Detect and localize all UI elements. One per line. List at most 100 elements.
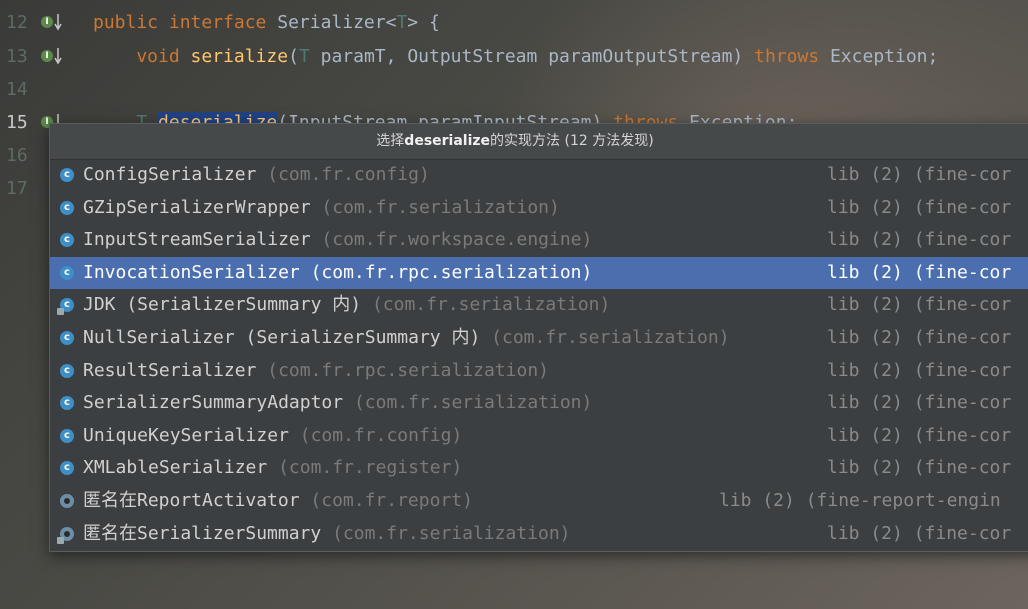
library-label: lib (2) (fine-report-engin [719, 490, 1001, 511]
code-token: Serializer< [277, 12, 397, 33]
library-label: lib (2) (fine-cor [827, 392, 1012, 414]
class-name: ConfigSerializer [83, 164, 268, 185]
down-arrow-icon [54, 48, 62, 65]
class-icon: c [60, 168, 74, 182]
class-name: ResultSerializer [83, 359, 268, 381]
library-label: lib (2) (fine-cor [827, 522, 1012, 544]
library-label: lib (2) (fine-cor [827, 424, 1012, 446]
package-name: (com.fr.rpc.serialization) [310, 261, 593, 283]
class-icon: c [60, 428, 74, 443]
item-label: XMLableSerializer (com.fr.register) [83, 452, 462, 485]
item-label: InvocationSerializer (com.fr.rpc.seriali… [83, 257, 592, 290]
library-label: lib (2) (fine-cor [827, 164, 1012, 185]
class-name: InputStreamSerializer [83, 229, 322, 251]
implementation-item[interactable]: c ConfigSerializer (com.fr.config) lib (2)… [50, 159, 1028, 192]
implemented-icon[interactable]: I [41, 50, 53, 62]
library-label: lib (2) (fine-cor [827, 261, 1012, 283]
code-token: Exception; [829, 46, 939, 67]
choose-implementation-popup: 选择deserialize的实现方法 (12 方法发现) c ConfigSeri… [49, 123, 1028, 552]
implementation-item[interactable]: c NullSerializer (SerializerSummary 内) (c… [50, 322, 1028, 355]
code-line[interactable]: void serialize(T paramT, OutputStream pa… [93, 40, 938, 73]
gutter-line: 13 I [0, 40, 90, 73]
code-token: void [93, 46, 191, 67]
item-label: 匿名在ReportActivator (com.fr.report) [83, 485, 473, 518]
library-label: lib (2) (fine-cor [827, 359, 1012, 381]
code-line[interactable]: public interface Serializer<T> { [93, 6, 440, 39]
class-name: NullSerializer (SerializerSummary 内) [83, 327, 492, 348]
line-number: 16 [6, 145, 28, 166]
inner-class-icon: c [57, 298, 74, 316]
package-name: (com.fr.config) [267, 164, 430, 185]
code-token: interface [168, 12, 278, 33]
class-name: SerializerSummaryAdaptor [83, 392, 354, 414]
package-name: (com.fr.workspace.engine) [321, 229, 593, 251]
down-arrow-icon [54, 14, 62, 31]
class-icon: c [60, 200, 74, 215]
popup-title-suffix: 的实现方法 (12 方法发现) [490, 133, 654, 149]
implementation-item[interactable]: 匿名在SerializerSummary (com.fr.serializati… [50, 518, 1028, 551]
class-name: 匿名在SerializerSummary [83, 522, 333, 544]
package-name: (com.fr.config) [299, 424, 463, 446]
implementation-item[interactable]: c XMLableSerializer (com.fr.register) lib … [50, 452, 1028, 485]
class-icon: c [60, 363, 74, 378]
item-label: GZipSerializerWrapper (com.fr.serializat… [83, 192, 560, 225]
class-name: 匿名在ReportActivator [83, 490, 311, 511]
popup-title-method: deserialize [404, 133, 491, 149]
package-name: (com.fr.rpc.serialization) [267, 359, 549, 381]
package-name: (com.fr.register) [278, 457, 463, 479]
class-icon: c [60, 461, 74, 476]
class-name: JDK (SerializerSummary 内) [83, 294, 372, 316]
implementation-item[interactable]: c JDK (SerializerSummary 内) (com.fr.seria… [50, 289, 1028, 322]
popup-title-prefix: 选择 [376, 133, 405, 149]
code-token: paramT, OutputStream paramOutputStream) [309, 46, 755, 67]
code-token: public [93, 12, 169, 33]
code-token: throws [754, 46, 830, 67]
class-icon: c [60, 331, 74, 345]
package-name: (com.fr.serialization) [353, 392, 593, 414]
implementation-item[interactable]: 匿名在ReportActivator (com.fr.report) lib (2… [50, 485, 1028, 518]
implementation-item[interactable]: c ResultSerializer (com.fr.rpc.serializat… [50, 355, 1028, 388]
implemented-icon[interactable]: I [41, 16, 53, 28]
library-label: lib (2) (fine-cor [827, 327, 1012, 348]
code-token: serialize [190, 46, 289, 67]
class-name: UniqueKeySerializer [83, 424, 300, 446]
library-label: lib (2) (fine-cor [827, 196, 1012, 218]
package-name: (com.fr.serialization) [321, 196, 560, 218]
implementation-item[interactable]: c InputStreamSerializer (com.fr.workspace… [50, 224, 1028, 257]
class-icon: c [60, 396, 74, 411]
anonymous-class-icon [60, 494, 74, 508]
item-label: NullSerializer (SerializerSummary 内) (co… [83, 322, 730, 355]
item-label: 匿名在SerializerSummary (com.fr.serializati… [83, 518, 571, 551]
line-number: 15 [6, 112, 28, 133]
library-label: lib (2) (fine-cor [827, 229, 1012, 251]
gutter-line: 14 [0, 73, 90, 106]
item-label: SerializerSummaryAdaptor (com.fr.seriali… [83, 387, 592, 420]
package-name: (com.fr.report) [310, 490, 473, 511]
popup-title: 选择deserialize的实现方法 (12 方法发现) [50, 124, 1028, 160]
package-name: (com.fr.serialization) [332, 522, 571, 544]
line-number: 17 [6, 178, 28, 199]
item-label: ResultSerializer (com.fr.rpc.serializati… [83, 355, 549, 388]
line-number: 12 [6, 12, 28, 33]
package-name: (com.fr.serialization) [371, 294, 611, 316]
code-token: ( [288, 46, 299, 67]
code-token: T [298, 46, 310, 67]
implementation-item[interactable]: c UniqueKeySerializer (com.fr.config) lib … [50, 420, 1028, 453]
implementation-item[interactable]: c GZipSerializerWrapper (com.fr.serializa… [50, 192, 1028, 225]
code-token: T [396, 12, 408, 33]
item-label: ConfigSerializer (com.fr.config) [83, 159, 430, 192]
code-token: > { [407, 12, 440, 33]
implementation-item[interactable]: c InvocationSerializer (com.fr.rpc.serial… [50, 256, 1028, 290]
class-name: GZipSerializerWrapper [83, 196, 322, 218]
library-label: lib (2) (fine-cor [827, 294, 1012, 316]
item-label: InputStreamSerializer (com.fr.workspace.… [83, 224, 592, 257]
class-icon: c [60, 265, 74, 280]
item-label: UniqueKeySerializer (com.fr.config) [83, 420, 462, 453]
anonymous-class-icon [57, 526, 74, 544]
class-icon: c [60, 233, 74, 248]
gutter-line: 12 I [0, 6, 90, 39]
implementation-item[interactable]: c SerializerSummaryAdaptor (com.fr.serial… [50, 387, 1028, 420]
package-name: (com.fr.serialization) [491, 327, 730, 348]
line-number: 13 [6, 46, 28, 67]
class-name: InvocationSerializer [83, 261, 311, 283]
